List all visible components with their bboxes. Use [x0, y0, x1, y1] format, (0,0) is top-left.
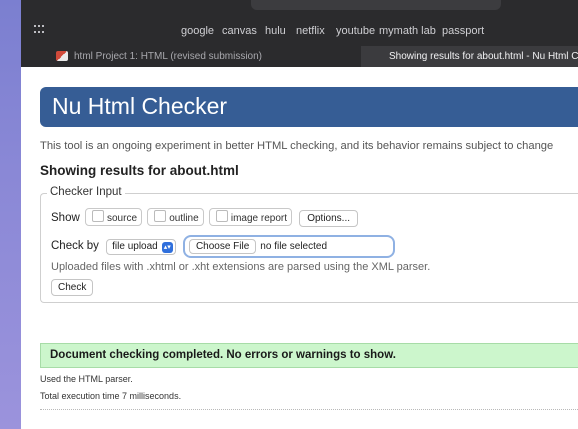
divider [40, 409, 578, 410]
show-outline-option[interactable]: outline [147, 208, 204, 226]
bookmark-netflix[interactable]: netflix [296, 25, 325, 37]
shield-favicon-icon [56, 51, 68, 62]
page-content: Nu Html Checker This tool is an ongoing … [21, 67, 578, 429]
options-button[interactable]: Options... [299, 210, 359, 227]
checker-input-panel: Checker Input Show source outline image … [40, 186, 578, 303]
check-by-label: Check by [51, 240, 99, 252]
check-by-value: file upload [112, 241, 158, 252]
parser-info: Used the HTML parser. [40, 374, 133, 384]
image-report-checkbox[interactable] [215, 210, 228, 222]
address-bar-edge [251, 0, 501, 10]
results-heading: Showing results for about.html [40, 163, 239, 178]
apps-grid-icon[interactable] [34, 25, 44, 35]
success-banner: Document checking completed. No errors o… [40, 343, 578, 368]
bookmark-canvas[interactable]: canvas [222, 25, 257, 37]
page-title: Nu Html Checker [52, 93, 228, 119]
bookmarks-bar: google canvas hulu netflix youtube mymat… [21, 22, 578, 42]
check-by-select[interactable]: file upload ▴▾ [106, 239, 176, 255]
outline-checkbox[interactable] [154, 210, 167, 222]
tab-label: html Project 1: HTML (revised submission… [74, 51, 263, 62]
file-status: no file selected [260, 241, 328, 252]
bookmark-hulu[interactable]: hulu [265, 25, 286, 37]
bookmark-youtube[interactable]: youtube [336, 25, 375, 37]
xml-parser-note: Uploaded files with .xhtml or .xht exten… [51, 261, 431, 273]
image-report-label: image report [230, 213, 288, 224]
show-source-option[interactable]: source [84, 208, 142, 226]
checker-input-legend: Checker Input [47, 186, 125, 198]
source-checkbox[interactable] [91, 210, 104, 222]
page-header: Nu Html Checker [40, 87, 578, 127]
desktop-edge [0, 0, 21, 429]
success-message: Document checking completed. No errors o… [50, 349, 396, 361]
tab-project-submission[interactable]: html Project 1: HTML (revised submission… [56, 46, 356, 67]
select-arrows-icon: ▴▾ [161, 242, 173, 253]
browser-chrome: google canvas hulu netflix youtube mymat… [21, 0, 578, 67]
file-input[interactable]: Choose File no file selected [182, 235, 396, 258]
choose-file-button[interactable]: Choose File [188, 239, 257, 254]
show-image-report-option[interactable]: image report [208, 208, 293, 226]
check-by-row: Check by file upload ▴▾ Choose File no fil… [51, 235, 396, 258]
intro-text: This tool is an ongoing experiment in be… [40, 140, 554, 152]
tab-strip: html Project 1: HTML (revised submission… [21, 46, 578, 67]
check-row: Check [51, 279, 94, 296]
tab-checker-results[interactable]: Showing results for about.html - Nu Html… [361, 46, 578, 67]
show-options-row: Show source outline image report Options… [51, 208, 359, 227]
bookmark-google[interactable]: google [181, 25, 214, 37]
bookmark-mymath-lab[interactable]: mymath lab [379, 25, 436, 37]
show-label: Show [51, 212, 80, 224]
source-label: source [106, 213, 137, 224]
execution-time: Total execution time 7 milliseconds. [40, 391, 182, 401]
xml-note-row: Uploaded files with .xhtml or .xht exten… [51, 261, 430, 273]
outline-label: outline [169, 213, 199, 224]
check-button[interactable]: Check [51, 279, 94, 296]
tab-label: Showing results for about.html - Nu Html… [389, 51, 578, 62]
bookmark-passport[interactable]: passport [442, 25, 484, 37]
